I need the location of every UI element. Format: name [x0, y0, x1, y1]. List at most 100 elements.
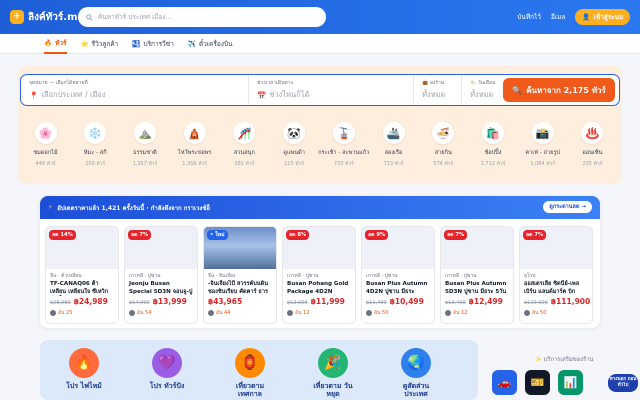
- deal-card[interactable]: ลด 7% เกาหลี · ปูซาน Busan Plus Autumn 5D3…: [440, 226, 514, 324]
- deal-location: เกาหลี · ปูซาน: [366, 273, 398, 279]
- promo-label: โปร ทัวร์ปัง: [149, 382, 185, 390]
- tab-label: รีวิวลูกค้า: [91, 39, 119, 48]
- header-links: บันทึกไว้ อีเมล 👤 เข้าสู่ระบบ: [517, 0, 630, 34]
- old-price: ฿11,499: [366, 300, 387, 306]
- logo-text[interactable]: ลิงค์ทัวร์.me: [28, 10, 84, 25]
- chat-button[interactable]: ทางนอก ถอนทั่วไป: [608, 374, 638, 392]
- discount-badge: ลด 14%: [49, 230, 76, 240]
- deal-card[interactable]: ลด 7% เกาหลี · ปูซาน Jeonju Busan Special …: [124, 226, 198, 324]
- search-button[interactable]: 🔍 ค้นหาจาก 2,175 ทัวร์: [503, 78, 615, 102]
- tab-flights[interactable]: ✈️ ตั๋วเครื่องบิน: [188, 34, 233, 54]
- promo-item[interactable]: 🌏 ดูสัดส่วน ประเทศ: [392, 348, 440, 400]
- discount-badge: ลด 7%: [128, 230, 152, 240]
- promo-icon: 🏮: [235, 348, 265, 378]
- tab-tours[interactable]: 🔥 ทัวร์: [44, 34, 67, 54]
- search-icon: [86, 13, 93, 21]
- deal-price: ฿24,989: [73, 297, 108, 306]
- deal-card[interactable]: ลด 14% จีน · ต้าเหลียน TF-CANAQ06 ต้าเหลีย…: [45, 226, 119, 324]
- deal-card[interactable]: ลด 7% ยุโรป ออสเตรเลีย ซิดนีย์-เพลเบิร์น แ…: [519, 226, 593, 324]
- deal-footer: อัน 12: [283, 306, 355, 317]
- category-item[interactable]: 🍜 สายกิน 574 ทัวร์: [422, 122, 465, 168]
- deal-title: Busan Plus Autumn 5D3N ปูซาน มีธระ 5วัน: [445, 281, 507, 295]
- category-count: 1,712 ทัวร์: [480, 161, 506, 167]
- price-deals-board: ⚡ อัปเดตราคาแล้ว 1,421 ครั้งวันนี้ · กำล…: [40, 196, 600, 328]
- category-icon: 🎢: [233, 122, 256, 144]
- category-name: กระเช้า - สะพานแก้ว: [318, 150, 370, 156]
- category-item[interactable]: 📸 คาเฟ่ - ถ่ายรูป 1,084 ทัวร์: [521, 122, 564, 168]
- deal-cards: ลด 14% จีน · ต้าเหลียน TF-CANAQ06 ต้าเหลีย…: [45, 226, 599, 324]
- fire-icon: 🔥: [44, 38, 53, 47]
- deal-price-row: ฿11,499 ฿10,499: [362, 296, 434, 306]
- deal-footer: อัน 50: [362, 306, 434, 317]
- saved-link[interactable]: บันทึกไว้: [517, 12, 541, 22]
- promo-item[interactable]: 🎉 เที่ยวตาม วันหยุด: [309, 348, 357, 400]
- deal-price: ฿11,999: [310, 297, 345, 306]
- category-item[interactable]: ❄️ หิมะ - สกี 250 ทัวร์: [74, 122, 117, 168]
- tab-label: บริการวีซ่า: [143, 39, 174, 48]
- category-item[interactable]: 🐼 ดูแพนด้า 215 ทัวร์: [273, 122, 316, 168]
- deal-card[interactable]: • ใหม่ จีน · จินเจียง -จิ่นเจียงไป้ สวรรค์…: [203, 226, 277, 324]
- deals-header: ⚡ อัปเดตราคาแล้ว 1,421 ครั้งวันนี้ · กำล…: [40, 196, 600, 219]
- category-item[interactable]: 🚡 กระเช้า - สะพานแก้ว 733 ทัวร์: [318, 122, 369, 168]
- login-button[interactable]: 👤 เข้าสู่ระบบ: [575, 9, 630, 25]
- plane-icon: ✈️: [187, 39, 196, 48]
- calendar-icon: 📅: [257, 90, 267, 100]
- deal-seats: อัน 50: [374, 310, 389, 316]
- promo-item[interactable]: 🔥 โปร ไฟไหม้: [60, 348, 108, 400]
- promo-item[interactable]: 🏮 เที่ยวตาม เทศกาล: [226, 348, 274, 400]
- category-row: 🌸 ชมดอกไม้ 449 ทัวร์ ❄️ หิมะ - สกี 250 ทัวร์ ⛰…: [24, 122, 614, 168]
- discount-badge: ลด 7%: [523, 230, 547, 240]
- category-item[interactable]: ♨️ ออนเซ็น 235 ทัวร์: [571, 122, 614, 168]
- tab-visa[interactable]: 🛂 บริการวีซ่า: [132, 34, 174, 54]
- deal-price: ฿111,900: [550, 297, 591, 306]
- promo-icon: 💜: [152, 348, 182, 378]
- service-icon[interactable]: 🎫: [525, 370, 550, 395]
- category-count: 1,357 ทัวร์: [132, 161, 158, 167]
- category-item[interactable]: 🛍️ ช้อปปิ้ง 1,712 ทัวร์: [471, 122, 514, 168]
- service-icon[interactable]: 📊: [558, 370, 583, 395]
- email-link[interactable]: อีเมล: [551, 12, 565, 22]
- category-name: ดูแพนด้า: [283, 150, 305, 156]
- category-name: ธรรมชาติ: [133, 150, 157, 156]
- category-item[interactable]: ⛰️ ธรรมชาติ 1,357 ทัวร์: [123, 122, 166, 168]
- date-field[interactable]: ช่วงเวลาเดินทาง 📅 ช่วงไหนก็ได้: [249, 75, 414, 105]
- seller-avatar: [366, 310, 372, 316]
- old-price: ฿13,499: [445, 300, 466, 306]
- tab-label: ตั๋วเครื่องบิน: [198, 39, 233, 48]
- category-icon: 🐼: [283, 122, 306, 144]
- seller-avatar: [50, 310, 56, 316]
- promo-item[interactable]: 💜 โปร ทัวร์ปัง: [143, 348, 191, 400]
- promo-icon: 🌏: [401, 348, 431, 378]
- deal-price-row: ฿43,965: [204, 296, 276, 306]
- category-count: 449 ทัวร์: [35, 161, 56, 167]
- deals-more-button[interactable]: ดูกระดานลด →: [543, 201, 592, 213]
- header-search-input[interactable]: ค้นหาทัวร์ ประเทศ เมือง...: [78, 7, 326, 27]
- deal-card[interactable]: ลด 8% เกาหลี · ปูซาน Busan Pohang Gold Pac…: [282, 226, 356, 324]
- category-icon: 🛍️: [481, 122, 504, 144]
- category-item[interactable]: 🚢 ล่องเรือ 713 ทัวร์: [372, 122, 415, 168]
- tab-label: ทัวร์: [55, 38, 67, 47]
- logo-icon[interactable]: ✈: [10, 10, 24, 24]
- promo-label: ดูสัดส่วน ประเทศ: [402, 382, 430, 398]
- date-placeholder: ช่วงไหนก็ได้: [269, 90, 310, 99]
- budget-field[interactable]: 👜 ลงร้าน ทั้งหมด: [414, 75, 462, 105]
- category-name: หิมะ - สกี: [83, 150, 107, 156]
- deal-location: จีน · จินเจียง: [208, 273, 236, 279]
- tour-search-box: จุดหมาย — เลือกได้หลายที่ 📍 เลือกประเทศ /…: [20, 74, 620, 106]
- destination-field[interactable]: จุดหมาย — เลือกได้หลายที่ 📍 เลือกประเทศ /…: [21, 75, 249, 105]
- seller-avatar: [445, 310, 451, 316]
- deal-seats: อัน 12: [295, 310, 310, 316]
- service-icon[interactable]: 🚗: [492, 370, 517, 395]
- tab-reviews[interactable]: ⭐ รีวิวลูกค้า: [81, 34, 119, 54]
- category-icon: 📸: [531, 122, 554, 144]
- category-item[interactable]: 🎢 สวนสนุก 381 ทัวร์: [223, 122, 266, 168]
- seller-avatar: [524, 310, 530, 316]
- deal-card[interactable]: ลด 9% เกาหลี · ปูซาน Busan Plus Autumn 4D2…: [361, 226, 435, 324]
- category-item[interactable]: 🌸 ชมดอกไม้ 449 ทัวร์: [24, 122, 67, 168]
- days-field[interactable]: ⛅ วันเดือน ทั้งหมด: [462, 75, 506, 105]
- search-placeholder: ค้นหาทัวร์ ประเทศ เมือง...: [98, 13, 172, 21]
- category-icon: 🚢: [382, 122, 405, 144]
- category-count: 713 ทัวร์: [383, 161, 404, 167]
- category-item[interactable]: 🛕 ไหว้พระขอพร 1,356 ทัวร์: [173, 122, 216, 168]
- promo-label: เที่ยวตาม วันหยุด: [313, 382, 353, 398]
